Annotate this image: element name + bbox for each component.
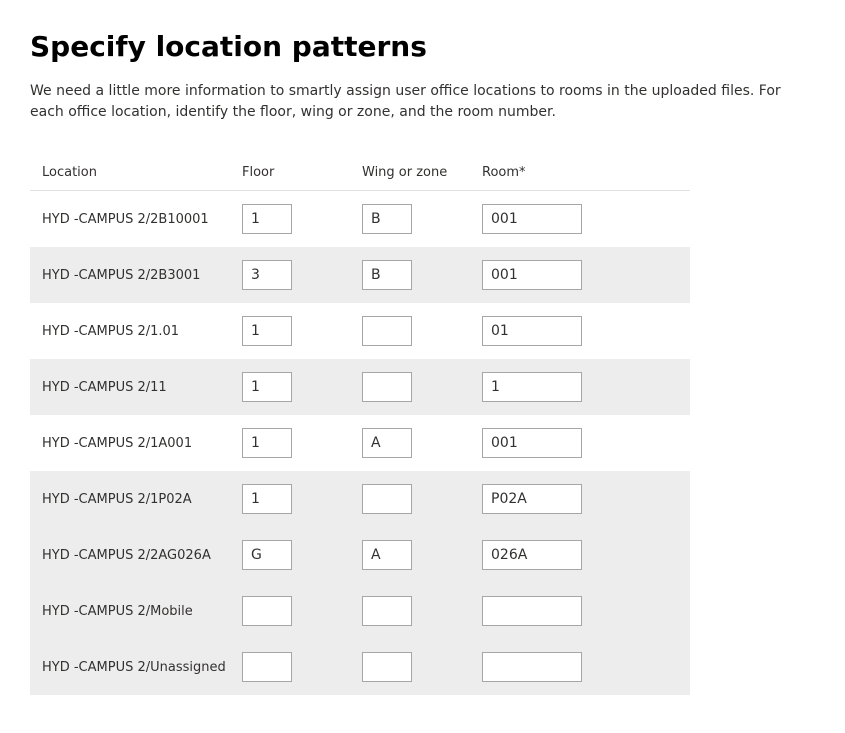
table-row: HYD -CAMPUS 2/2B10001: [30, 191, 690, 247]
location-cell: HYD -CAMPUS 2/2AG026A: [42, 548, 242, 563]
floor-input[interactable]: [242, 316, 292, 346]
location-cell: HYD -CAMPUS 2/11: [42, 380, 242, 395]
wing-input[interactable]: [362, 484, 412, 514]
floor-input[interactable]: [242, 428, 292, 458]
location-cell: HYD -CAMPUS 2/2B10001: [42, 212, 242, 227]
floor-input[interactable]: [242, 540, 292, 570]
room-input[interactable]: [482, 428, 582, 458]
wing-input[interactable]: [362, 596, 412, 626]
floor-input[interactable]: [242, 652, 292, 682]
table-row: HYD -CAMPUS 2/11: [30, 359, 690, 415]
location-cell: HYD -CAMPUS 2/2B3001: [42, 268, 242, 283]
table-row: HYD -CAMPUS 2/1P02A: [30, 471, 690, 527]
page-title: Specify location patterns: [30, 30, 815, 63]
table-row: HYD -CAMPUS 2/2AG026A: [30, 527, 690, 583]
location-cell: HYD -CAMPUS 2/1.01: [42, 324, 242, 339]
location-cell: HYD -CAMPUS 2/1P02A: [42, 492, 242, 507]
table-row: HYD -CAMPUS 2/1.01: [30, 303, 690, 359]
room-input[interactable]: [482, 260, 582, 290]
header-wing: Wing or zone: [362, 165, 482, 180]
wing-input[interactable]: [362, 428, 412, 458]
room-input[interactable]: [482, 316, 582, 346]
table-row: HYD -CAMPUS 2/2B3001: [30, 247, 690, 303]
floor-input[interactable]: [242, 372, 292, 402]
room-input[interactable]: [482, 484, 582, 514]
room-input[interactable]: [482, 596, 582, 626]
floor-input[interactable]: [242, 484, 292, 514]
floor-input[interactable]: [242, 260, 292, 290]
page-description: We need a little more information to sma…: [30, 81, 810, 123]
room-input[interactable]: [482, 540, 582, 570]
wing-input[interactable]: [362, 372, 412, 402]
table-row: HYD -CAMPUS 2/Mobile: [30, 583, 690, 639]
wing-input[interactable]: [362, 652, 412, 682]
header-room: Room*: [482, 165, 642, 180]
floor-input[interactable]: [242, 596, 292, 626]
wing-input[interactable]: [362, 204, 412, 234]
header-floor: Floor: [242, 165, 362, 180]
wing-input[interactable]: [362, 316, 412, 346]
floor-input[interactable]: [242, 204, 292, 234]
table-row: HYD -CAMPUS 2/1A001: [30, 415, 690, 471]
location-patterns-table: Location Floor Wing or zone Room* HYD -C…: [30, 155, 690, 695]
room-input[interactable]: [482, 372, 582, 402]
room-input[interactable]: [482, 204, 582, 234]
table-header-row: Location Floor Wing or zone Room*: [30, 155, 690, 191]
wing-input[interactable]: [362, 540, 412, 570]
room-input[interactable]: [482, 652, 582, 682]
location-cell: HYD -CAMPUS 2/1A001: [42, 436, 242, 451]
header-location: Location: [42, 165, 242, 180]
wing-input[interactable]: [362, 260, 412, 290]
table-row: HYD -CAMPUS 2/Unassigned: [30, 639, 690, 695]
location-cell: HYD -CAMPUS 2/Mobile: [42, 604, 242, 619]
location-cell: HYD -CAMPUS 2/Unassigned: [42, 660, 242, 675]
